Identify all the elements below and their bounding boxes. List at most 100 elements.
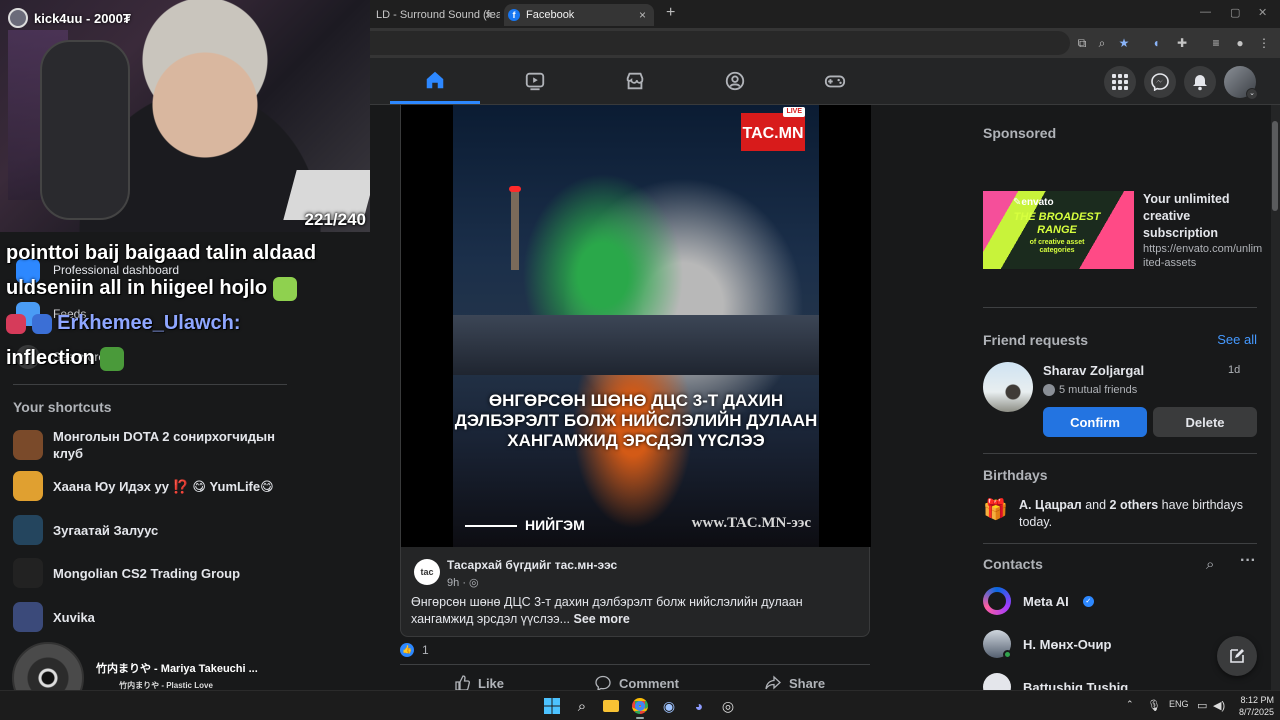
zoom-icon[interactable]: ⌕ (1094, 35, 1110, 51)
chevron-down-icon[interactable]: ⌄ (1246, 88, 1258, 100)
ad-url[interactable]: https://envato.com/unlimited-assets (1143, 242, 1263, 270)
mutual-friend-avatar (1043, 384, 1055, 396)
system-clock[interactable]: 8:12 PM 8/7/2025 (1224, 694, 1274, 718)
ad-title[interactable]: Your unlimited creative subscription (1143, 191, 1263, 242)
chat-line-2-wrap: uldseniin all in hiigeel hojlo (6, 271, 366, 306)
meta-ai-icon (983, 587, 1011, 615)
shortcut-item[interactable]: Монголын DOTA 2 сонирхогчидын клуб (13, 428, 293, 462)
profile-icon[interactable]: ● (1232, 35, 1248, 51)
right-scrollbar[interactable] (1271, 105, 1280, 690)
tower-light (509, 186, 521, 192)
steam-icon[interactable]: ◉ (659, 696, 679, 716)
shortcut-item[interactable]: Зугаатай Залуус (13, 515, 293, 545)
see-all-link[interactable]: See all (983, 332, 1257, 347)
post-author[interactable]: Тасархай бүгдийг тас.мн-ээс (447, 558, 617, 572)
extensions-puzzle-icon[interactable]: ✚ (1174, 35, 1190, 51)
gaming-chair (40, 40, 130, 220)
obs-icon[interactable]: ◎ (718, 696, 738, 716)
birthday-text: А. Цацрал and 2 others have birthdays to… (1019, 497, 1263, 531)
sponsored-heading: Sponsored (983, 125, 1057, 141)
maximize-icon[interactable]: ▢ (1230, 6, 1240, 19)
extension-audio-icon[interactable]: ◖ (1148, 35, 1164, 51)
nav-home[interactable] (390, 58, 480, 104)
actions-divider (400, 664, 870, 665)
shortcut-item[interactable]: Mongolian CS2 Trading Group (13, 558, 293, 588)
post-time-text[interactable]: 9h (447, 577, 459, 589)
friend-request-avatar[interactable] (983, 362, 1033, 412)
language-indicator[interactable]: ENG (1169, 699, 1189, 709)
confirm-button[interactable]: Confirm (1043, 407, 1147, 437)
chrome-icon[interactable] (630, 696, 650, 716)
windows-start-icon[interactable] (542, 696, 562, 716)
music-title: 竹内まりや - Mariya Takeuchi ... (96, 663, 258, 675)
news-site: www.TAC.MN-ээс (691, 515, 811, 531)
new-message-button[interactable] (1217, 636, 1257, 676)
share-icon (765, 675, 781, 690)
messenger-button[interactable] (1144, 66, 1176, 98)
shortcut-thumbnail (13, 430, 43, 460)
minimize-icon[interactable]: — (1200, 6, 1211, 18)
contact-meta-ai[interactable]: Meta AI ✓ (983, 587, 1094, 615)
see-more-link[interactable]: See more (574, 612, 630, 626)
microphone-icon[interactable]: 🎙 (1147, 699, 1161, 712)
browser-menu-icon[interactable]: ⋮ (1256, 35, 1272, 51)
compose-icon (1230, 649, 1244, 663)
shortcut-thumbnail (13, 515, 43, 545)
tac-logo-text: TAC.MN (742, 125, 804, 142)
mutual-friends: 5 mutual friends (1043, 384, 1137, 396)
share-button[interactable]: Share (765, 675, 825, 691)
chat-line-1: pointtoi baij baigaad talin aldaad (6, 242, 317, 264)
like-button[interactable]: Like (454, 675, 504, 691)
scrollbar-thumb[interactable] (1272, 121, 1278, 211)
nav-groups[interactable] (690, 58, 780, 104)
file-explorer-icon[interactable] (601, 696, 621, 716)
birthday-others: 2 others (1109, 498, 1159, 512)
comment-label: Comment (619, 675, 679, 691)
window-close-icon[interactable]: ✕ (1258, 6, 1267, 19)
thumbs-up-icon (455, 675, 470, 691)
tray-overflow-icon[interactable]: ⌃ (1126, 699, 1134, 710)
more-options-icon[interactable]: ··· (1240, 552, 1256, 570)
messenger-icon (1151, 73, 1169, 91)
address-bar[interactable] (370, 31, 1070, 55)
network-icon[interactable]: ▭ (1197, 699, 1207, 712)
reaction-summary[interactable]: 👍 1 (400, 643, 429, 657)
search-icon[interactable]: ⌕ (1206, 556, 1214, 573)
share-label: Share (789, 675, 826, 691)
tab-close-icon[interactable]: × (639, 4, 646, 26)
cast-icon[interactable]: ⧉ (1074, 35, 1090, 51)
screen: LD - Surround Sound (feat × f Facebook ×… (0, 0, 1280, 720)
stream-counter: 221/240 (304, 210, 366, 229)
nav-gaming[interactable] (790, 58, 880, 104)
tab-surround-sound[interactable]: LD - Surround Sound (feat × (370, 4, 500, 26)
stonks-emote (100, 346, 125, 371)
chat-line-2: uldseniin all in hiigeel hojlo (6, 277, 268, 299)
reading-list-icon[interactable]: ≡ (1208, 35, 1224, 51)
friend-request-name[interactable]: Sharav Zoljargal (1043, 363, 1144, 378)
tab-facebook[interactable]: f Facebook × (504, 4, 654, 26)
nav-marketplace[interactable] (590, 58, 680, 104)
chat-user-line: Erkhemee_Ulawch: (6, 306, 366, 341)
author-avatar[interactable]: tac (414, 559, 440, 585)
menu-grid-button[interactable] (1104, 66, 1136, 98)
badge-heart-icon (6, 313, 26, 334)
ad-image[interactable]: ✎envato THE BROADEST RANGE of creative a… (983, 191, 1134, 269)
bookmark-star-icon[interactable]: ★ (1116, 35, 1132, 51)
shortcut-item[interactable]: Хаана Юу Идэх уу ⁉️ 😋 YumLife😋 (13, 471, 293, 501)
post-image[interactable]: TAC.MN LIVE ӨНГӨРСӨН ШӨНӨ ДЦС 3-Т ДАХИН … (401, 105, 871, 547)
new-tab-button[interactable]: + (666, 4, 675, 22)
comment-icon (595, 675, 611, 691)
birthday-notice[interactable]: 🎁 А. Цацрал and 2 others have birthdays … (983, 497, 1263, 531)
shortcut-item[interactable]: Xuvika (13, 602, 293, 632)
nav-video[interactable] (490, 58, 580, 104)
delete-button[interactable]: Delete (1153, 407, 1257, 437)
taskbar-search-icon[interactable]: ⌕ (572, 696, 592, 716)
chat-emote (272, 276, 297, 301)
notifications-button[interactable] (1184, 66, 1216, 98)
contact-item[interactable]: Н. Мөнх-Очир (983, 630, 1111, 659)
contacts-heading: Contacts (983, 556, 1043, 572)
discord-icon[interactable]: ◕ (689, 696, 709, 716)
comment-button[interactable]: Comment (595, 675, 679, 691)
sidebar-divider (13, 384, 287, 385)
tab-close-icon[interactable]: × (485, 4, 492, 26)
